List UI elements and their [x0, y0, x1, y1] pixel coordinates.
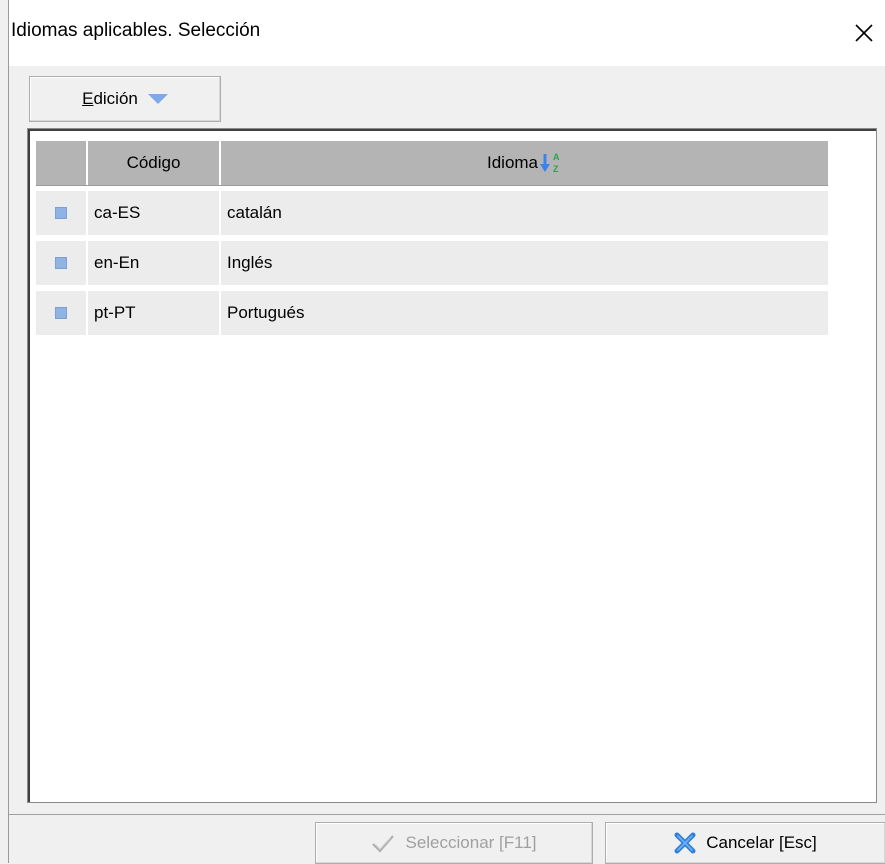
header-code-label: Código [126, 153, 181, 172]
cell-code: en-En [88, 241, 221, 285]
close-icon [855, 24, 873, 42]
chevron-down-icon [147, 94, 168, 104]
table-row[interactable]: pt-PT Portugués [36, 291, 828, 335]
table-row[interactable]: ca-ES catalán [36, 191, 828, 235]
row-indicator [36, 241, 88, 285]
cell-code: pt-PT [88, 291, 221, 335]
close-button[interactable] [842, 14, 885, 52]
row-indicator [36, 291, 88, 335]
header-language-label: Idioma [486, 153, 539, 172]
sort-az-icon: A Z [540, 152, 560, 174]
row-marker-icon [55, 307, 67, 319]
cell-language: Portugués [227, 303, 305, 322]
select-button[interactable]: Seleccionar [F11] [315, 822, 593, 864]
cancel-button-label: Cancelar [Esc] [706, 833, 817, 852]
dialog-window: Idiomas aplicables. Selección Edición Có… [8, 0, 885, 864]
check-icon [372, 835, 395, 853]
select-button-label: Seleccionar [F11] [405, 833, 537, 852]
table-row[interactable]: en-En Inglés [36, 241, 828, 285]
cell-code: ca-ES [88, 191, 221, 235]
row-marker-icon [55, 257, 67, 269]
row-indicator [36, 191, 88, 235]
row-marker-icon [55, 207, 67, 219]
cancel-button[interactable]: Cancelar [Esc] [605, 822, 885, 864]
grid-header: Código Idioma A Z [36, 141, 828, 186]
edit-menu-button[interactable]: Edición [29, 76, 221, 122]
cell-language: Inglés [227, 253, 273, 272]
window-title: Idiomas aplicables. Selección [11, 20, 261, 41]
header-indicator-column[interactable] [36, 141, 88, 185]
edit-menu-label: Edición [82, 89, 138, 108]
grid-panel: Código Idioma A Z ca-ES catalán en-En In… [27, 128, 877, 803]
header-code[interactable]: Código [88, 141, 221, 185]
cancel-x-icon [674, 832, 696, 854]
title-bar: Idiomas aplicables. Selección [9, 0, 885, 66]
svg-text:Z: Z [553, 164, 559, 174]
header-language[interactable]: Idioma A Z [221, 141, 828, 185]
cell-language: catalán [227, 203, 282, 222]
svg-text:A: A [553, 152, 560, 162]
